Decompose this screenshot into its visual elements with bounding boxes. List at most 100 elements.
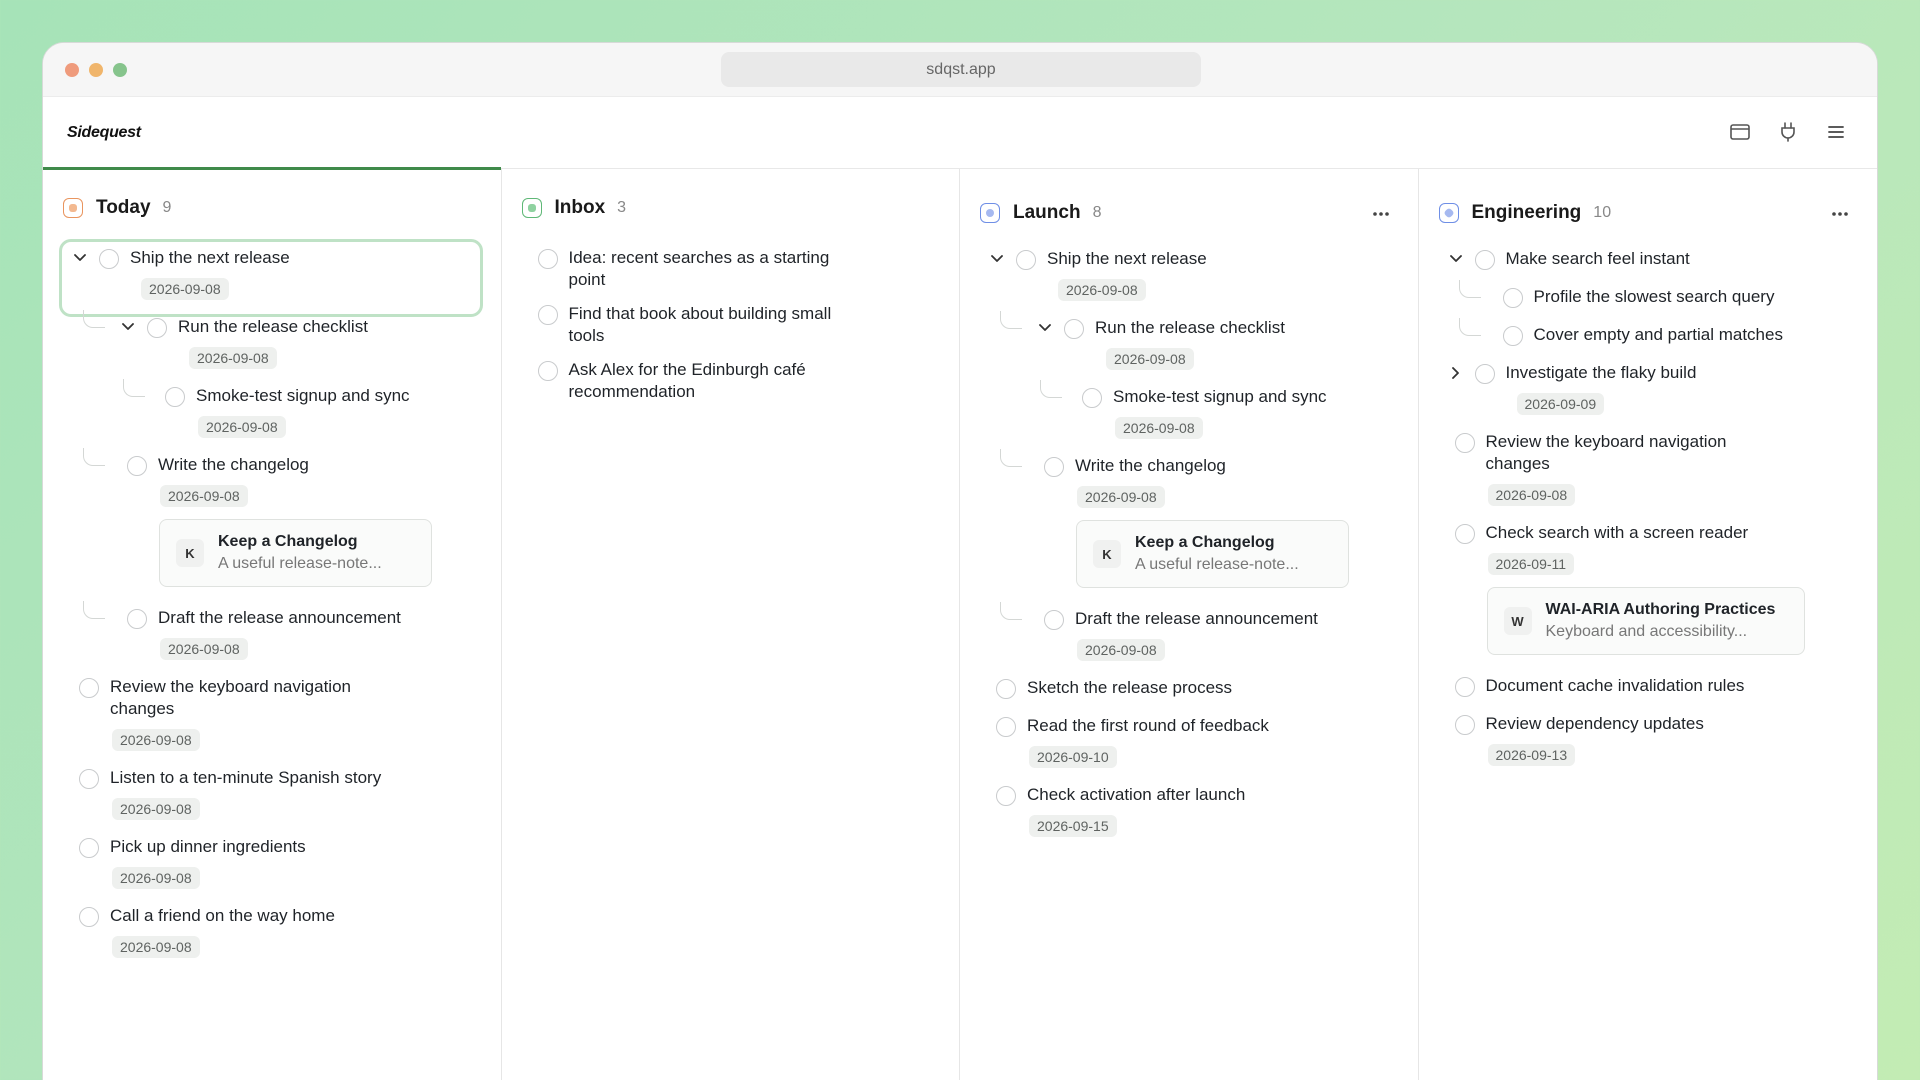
task-item[interactable]: Idea: recent searches as a starting poin… bbox=[537, 247, 960, 291]
plug-icon bbox=[1781, 122, 1795, 142]
browser-window: sdqst.app Sidequest Today 9 Ship the nex… bbox=[42, 42, 1878, 1080]
task-checkbox[interactable] bbox=[127, 456, 147, 476]
chevron-right-icon[interactable] bbox=[1447, 362, 1465, 384]
task-item[interactable]: Write the changelog 2026-09-08 K Keep a … bbox=[83, 448, 501, 587]
maximize-window-button[interactable] bbox=[113, 63, 127, 77]
tree-connector bbox=[1000, 449, 1022, 467]
task-checkbox[interactable] bbox=[1044, 457, 1064, 477]
link-card[interactable]: W WAI-ARIA Authoring Practices Keyboard … bbox=[1486, 587, 1805, 655]
task-item[interactable]: Review dependency updates 2026-09-13 bbox=[1454, 713, 1878, 766]
link-favicon: W bbox=[1503, 607, 1532, 635]
task-item[interactable]: Read the first round of feedback 2026-09… bbox=[996, 715, 1418, 768]
more-button[interactable] bbox=[1831, 204, 1849, 222]
task-item[interactable]: Smoke-test signup and sync 2026-09-08 bbox=[123, 379, 501, 438]
task-item[interactable]: Write the changelog 2026-09-08 K Keep a … bbox=[1000, 449, 1418, 588]
due-date: 2026-09-08 bbox=[160, 485, 248, 507]
task-item[interactable]: Document cache invalidation rules bbox=[1454, 675, 1878, 697]
task-item[interactable]: Review the keyboard navigation changes 2… bbox=[1454, 431, 1878, 506]
task-item[interactable]: Sketch the release process bbox=[996, 677, 1418, 699]
task-checkbox[interactable] bbox=[79, 678, 99, 698]
task-checkbox[interactable] bbox=[165, 387, 185, 407]
task-item[interactable]: Find that book about building small tool… bbox=[537, 303, 960, 347]
task-checkbox[interactable] bbox=[996, 679, 1016, 699]
address-bar[interactable]: sdqst.app bbox=[721, 52, 1201, 87]
column-header[interactable]: Launch 8 bbox=[960, 194, 1418, 232]
task-list: Make search feel instant Profile the slo… bbox=[1419, 232, 1878, 766]
task-checkbox[interactable] bbox=[1474, 364, 1495, 384]
task-item[interactable]: Call a friend on the way home 2026-09-08 bbox=[79, 905, 501, 958]
more-button[interactable] bbox=[1372, 204, 1390, 222]
column-header[interactable]: Today 9 bbox=[43, 189, 501, 227]
task-item[interactable]: Check search with a screen reader 2026-0… bbox=[1454, 522, 1878, 655]
chevron-down-icon[interactable] bbox=[1036, 317, 1054, 339]
panel-button[interactable] bbox=[1727, 119, 1753, 145]
tree-connector bbox=[83, 448, 105, 466]
column-header[interactable]: Engineering 10 bbox=[1419, 194, 1878, 232]
task-checkbox[interactable] bbox=[79, 907, 99, 927]
link-favicon: K bbox=[176, 539, 204, 567]
task-checkbox[interactable] bbox=[537, 361, 558, 381]
column-count: 8 bbox=[1092, 204, 1102, 221]
task-item[interactable]: Draft the release announcement 2026-09-0… bbox=[1000, 602, 1418, 661]
task-checkbox[interactable] bbox=[1502, 326, 1523, 346]
due-date: 2026-09-08 bbox=[1487, 484, 1576, 506]
task-item[interactable]: Ship the next release 2026-09-08 bbox=[71, 247, 501, 300]
task-item[interactable]: Smoke-test signup and sync 2026-09-08 bbox=[1040, 380, 1418, 439]
task-item[interactable]: Ask Alex for the Edinburgh café recommen… bbox=[537, 359, 960, 403]
plug-button[interactable] bbox=[1775, 119, 1801, 145]
task-item[interactable]: Cover empty and partial matches bbox=[1458, 318, 1878, 346]
task-checkbox[interactable] bbox=[1502, 288, 1523, 308]
task-item[interactable]: Draft the release announcement 2026-09-0… bbox=[83, 601, 501, 660]
task-checkbox[interactable] bbox=[537, 249, 558, 269]
task-item[interactable]: Ship the next release 2026-09-08 bbox=[988, 248, 1418, 301]
task-checkbox[interactable] bbox=[1454, 677, 1475, 697]
task-item[interactable]: Pick up dinner ingredients 2026-09-08 bbox=[79, 836, 501, 889]
task-item[interactable]: Investigate the flaky build 2026-09-09 bbox=[1447, 362, 1878, 415]
task-checkbox[interactable] bbox=[537, 305, 558, 325]
task-checkbox[interactable] bbox=[1454, 715, 1475, 735]
chevron-down-icon[interactable] bbox=[1447, 248, 1465, 270]
task-checkbox[interactable] bbox=[127, 609, 147, 629]
chevron-down-icon[interactable] bbox=[71, 247, 89, 269]
due-date: 2026-09-11 bbox=[1487, 553, 1575, 575]
link-card[interactable]: K Keep a Changelog A useful release-note… bbox=[1076, 520, 1349, 588]
menu-button[interactable] bbox=[1823, 119, 1849, 145]
task-checkbox[interactable] bbox=[1454, 433, 1475, 453]
due-date: 2026-09-08 bbox=[198, 416, 286, 438]
due-date: 2026-09-08 bbox=[1077, 486, 1165, 508]
column-header[interactable]: Inbox 3 bbox=[502, 189, 960, 227]
column-title: Inbox bbox=[554, 197, 606, 218]
due-date: 2026-09-09 bbox=[1516, 393, 1605, 415]
task-item[interactable]: Make search feel instant bbox=[1447, 248, 1878, 270]
task-checkbox[interactable] bbox=[1474, 250, 1495, 270]
task-checkbox[interactable] bbox=[1044, 610, 1064, 630]
launch-icon bbox=[980, 203, 1000, 223]
task-item[interactable]: Profile the slowest search query bbox=[1458, 280, 1878, 308]
task-item[interactable]: Run the release checklist 2026-09-08 bbox=[83, 310, 501, 369]
app-logo[interactable]: Sidequest bbox=[67, 124, 141, 142]
task-checkbox[interactable] bbox=[79, 838, 99, 858]
task-checkbox[interactable] bbox=[996, 717, 1016, 737]
task-item[interactable]: Run the release checklist 2026-09-08 bbox=[1000, 311, 1418, 370]
task-title: Ship the next release bbox=[1047, 249, 1207, 268]
task-checkbox[interactable] bbox=[1082, 388, 1102, 408]
link-description: A useful release-note... bbox=[1135, 556, 1299, 573]
task-item[interactable]: Check activation after launch 2026-09-15 bbox=[996, 784, 1418, 837]
task-item[interactable]: Review the keyboard navigation changes 2… bbox=[79, 676, 501, 751]
task-checkbox[interactable] bbox=[996, 786, 1016, 806]
link-card[interactable]: K Keep a Changelog A useful release-note… bbox=[159, 519, 432, 587]
close-window-button[interactable] bbox=[65, 63, 79, 77]
task-item[interactable]: Listen to a ten-minute Spanish story 202… bbox=[79, 767, 501, 820]
task-checkbox[interactable] bbox=[1064, 319, 1084, 339]
task-checkbox[interactable] bbox=[79, 769, 99, 789]
minimize-window-button[interactable] bbox=[89, 63, 103, 77]
chevron-down-icon[interactable] bbox=[988, 248, 1006, 270]
task-title: Ask Alex for the Edinburgh café recommen… bbox=[568, 360, 806, 401]
task-checkbox[interactable] bbox=[1016, 250, 1036, 270]
chevron-down-icon[interactable] bbox=[119, 316, 137, 338]
task-checkbox[interactable] bbox=[1454, 524, 1475, 544]
task-checkbox[interactable] bbox=[147, 318, 167, 338]
task-checkbox[interactable] bbox=[99, 249, 119, 269]
task-title: Smoke-test signup and sync bbox=[196, 386, 410, 405]
task-title: Review the keyboard navigation changes bbox=[110, 677, 351, 718]
